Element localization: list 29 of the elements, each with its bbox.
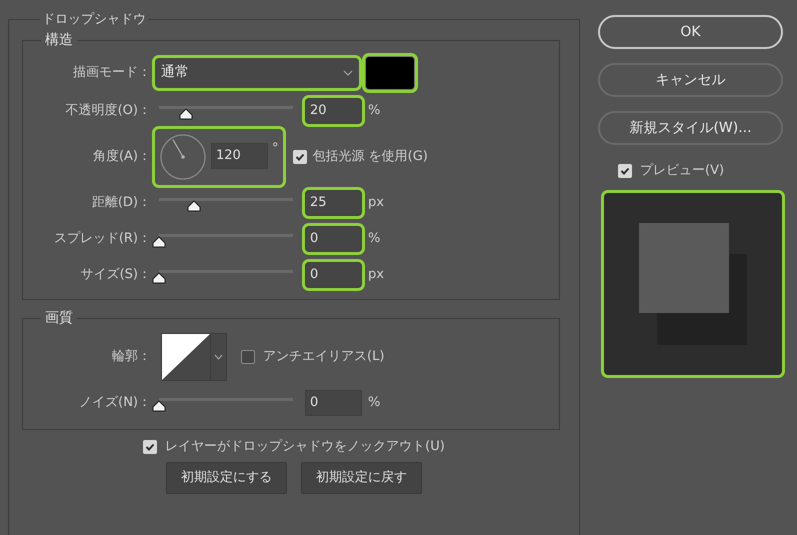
checkbox-label: レイヤーがドロップシャドウをノックアウト(U) xyxy=(165,438,445,456)
unit-label: % xyxy=(368,102,380,120)
field-label: 輪郭： xyxy=(111,348,152,366)
unit-label: px xyxy=(368,266,384,284)
field-label: 不透明度(O)： xyxy=(64,102,152,120)
field-label: スプレッド(R)： xyxy=(52,230,152,248)
unit-label: % xyxy=(368,230,380,248)
checkbox-label: プレビュー(V) xyxy=(640,162,724,180)
default-settings-button[interactable]: 初期設定に戻す xyxy=(301,462,422,494)
group-title: 構造 xyxy=(44,30,74,50)
degree-label: ° xyxy=(272,140,278,158)
checkbox-label: アンチエイリアス(L) xyxy=(263,348,384,366)
field-label: 角度(A)： xyxy=(92,148,152,166)
dialog-button[interactable]: 新規スタイル(W)... xyxy=(598,111,783,145)
number-input-field[interactable]: 0 xyxy=(305,390,362,416)
dialog-button[interactable]: キャンセル xyxy=(598,63,783,97)
field-label: 距離(D)： xyxy=(90,194,152,212)
field-label: 描画モード： xyxy=(72,64,152,82)
default-settings-button[interactable]: 初期設定にする xyxy=(166,462,287,494)
blend-mode-dropdown[interactable]: 通常 xyxy=(155,58,359,88)
number-input-field[interactable]: 120 xyxy=(211,142,268,168)
field-label: サイズ(S)： xyxy=(80,266,152,284)
unit-label: px xyxy=(368,194,384,212)
group-title: 画質 xyxy=(44,308,74,328)
dialog-button[interactable]: OK xyxy=(598,15,783,49)
dialog-title: ドロップシャドウ xyxy=(41,11,147,29)
checkbox-label: 包括光源 を使用(G) xyxy=(312,148,428,166)
field-label: ノイズ(N)： xyxy=(78,394,152,412)
unit-label: % xyxy=(368,394,380,412)
